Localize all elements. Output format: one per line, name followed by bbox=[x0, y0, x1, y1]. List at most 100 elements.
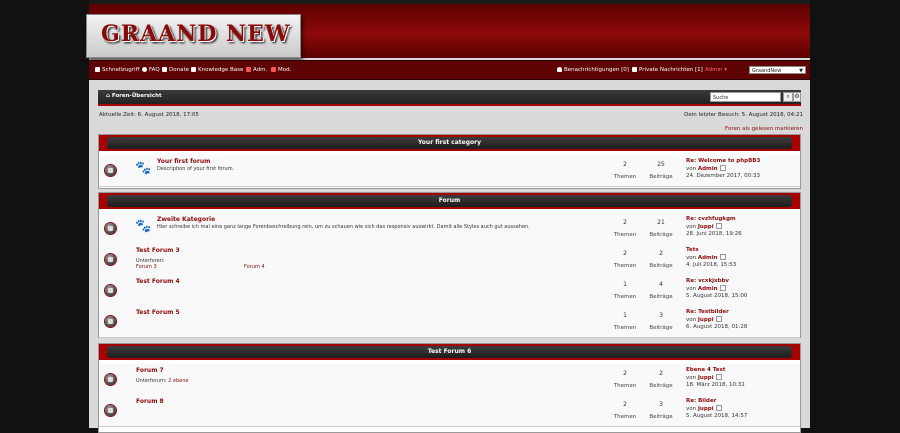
topics-count: 2 bbox=[623, 401, 627, 408]
posts-label: Beiträge bbox=[649, 414, 673, 420]
private-messages-link[interactable]: Private Nachrichten [1] bbox=[632, 67, 703, 73]
faq-link[interactable]: FAQ bbox=[142, 67, 160, 73]
last-post-user[interactable]: Admin bbox=[698, 255, 718, 261]
forum-read-icon bbox=[105, 405, 116, 416]
forum-title[interactable]: Your first forum bbox=[157, 158, 210, 165]
forum-row: Forum 7 Unterforum: 2 ebene 2 2 Themen B… bbox=[99, 364, 800, 396]
gear-icon: ⚙ bbox=[794, 93, 800, 100]
goto-post-icon[interactable] bbox=[715, 405, 722, 411]
category-header: Your first category bbox=[99, 135, 800, 151]
last-post-user[interactable]: Juppi bbox=[698, 406, 714, 412]
donate-link[interactable]: Donate bbox=[162, 67, 189, 73]
last-post-title[interactable]: Re: Welcome to phpBB3 bbox=[686, 158, 760, 164]
search-icon: ⌕ bbox=[786, 93, 790, 100]
mod-link[interactable]: Mod. bbox=[271, 67, 291, 73]
forum-row: Test Forum 5 1 3 Themen Beiträge Re: Tes… bbox=[99, 306, 800, 338]
goto-post-icon[interactable] bbox=[719, 254, 726, 260]
category-block: Forum 🐾 Zweite Kategorie Hier schreibe i… bbox=[98, 192, 801, 338]
topics-label: Themen bbox=[613, 414, 637, 420]
forum-title[interactable]: Test Forum 4 bbox=[136, 278, 180, 285]
subforums-list: Unterforum: 2 ebene bbox=[136, 378, 189, 384]
last-post-date: 4. Juli 2018, 15:53 bbox=[686, 262, 737, 268]
last-post-user[interactable]: Juppi bbox=[698, 317, 714, 323]
last-post-title[interactable]: Re: Testbilder bbox=[686, 309, 747, 315]
forum-row: 🐾 Your first forum Description of your f… bbox=[99, 155, 800, 187]
forum-read-icon bbox=[105, 374, 116, 385]
style-select[interactable]: GraandNew ▼ bbox=[749, 66, 806, 74]
last-post-title[interactable]: Re: cvzhfugkgm bbox=[686, 216, 742, 222]
forum-title[interactable]: Forum 7 bbox=[136, 367, 164, 374]
forum-row: Forum 8 2 3 Themen Beiträge Re: Bilder v… bbox=[99, 395, 800, 427]
forum-row: Test Forum 3 Unterforen: Forum 3 Forum 4 2… bbox=[99, 244, 800, 276]
posts-label: Beiträge bbox=[649, 232, 673, 238]
goto-post-icon[interactable] bbox=[719, 285, 726, 291]
forum-description: Description of your first forum. bbox=[157, 166, 235, 172]
last-post-user[interactable]: Juppi bbox=[698, 375, 714, 381]
posts-count: 2 bbox=[659, 250, 663, 257]
last-post-title[interactable]: Ebene 4 Test bbox=[686, 367, 745, 373]
topics-label: Themen bbox=[613, 174, 637, 180]
current-time: Aktuelle Zeit: 6. August 2018, 17:05 bbox=[99, 112, 199, 118]
goto-post-icon[interactable] bbox=[719, 165, 726, 171]
advanced-search-button[interactable]: ⚙ bbox=[793, 92, 801, 102]
subforum-link[interactable]: 2 ebene bbox=[168, 378, 188, 384]
last-post-title[interactable]: Tets bbox=[686, 247, 736, 253]
last-post-title[interactable]: Re: Bilder bbox=[686, 398, 747, 404]
topics-count: 2 bbox=[623, 161, 627, 168]
donate-icon bbox=[162, 67, 167, 72]
mark-forums-read-link[interactable]: Foren als gelesen markieren bbox=[725, 126, 803, 132]
posts-count: 2 bbox=[659, 370, 663, 377]
user-menu[interactable]: Admin ▾ bbox=[705, 67, 727, 73]
last-post: Ebene 4 Test von Juppi 18. März 2018, 10… bbox=[686, 367, 745, 388]
forum-title[interactable]: Test Forum 5 bbox=[136, 309, 180, 316]
question-icon bbox=[142, 67, 147, 72]
last-post-user[interactable]: Juppi bbox=[698, 224, 714, 230]
home-icon: ⌂ bbox=[106, 93, 110, 99]
topics-label: Themen bbox=[613, 232, 637, 238]
last-post: Tets von Admin 4. Juli 2018, 15:53 bbox=[686, 247, 737, 268]
breadcrumb-home[interactable]: ⌂ Foren-Übersicht bbox=[106, 93, 162, 99]
goto-post-icon[interactable] bbox=[715, 223, 722, 229]
posts-label: Beiträge bbox=[649, 325, 673, 331]
topics-count: 2 bbox=[623, 370, 627, 377]
last-post: Re: Testbilder von Juppi 6. August 2018,… bbox=[686, 309, 748, 330]
navbar: Schnellzugriff FAQ Donate Knowledge Base… bbox=[89, 60, 810, 80]
last-post-user[interactable]: Admin bbox=[698, 166, 718, 172]
goto-post-icon[interactable] bbox=[715, 316, 722, 322]
posts-label: Beiträge bbox=[649, 294, 673, 300]
last-post-date: 5. August 2018, 15:00 bbox=[686, 293, 748, 299]
topics-count: 2 bbox=[623, 219, 627, 226]
last-post-user[interactable]: Admin bbox=[698, 286, 718, 292]
forum-title[interactable]: Zweite Kategorie bbox=[157, 216, 215, 223]
knowledge-base-link[interactable]: Knowledge Base bbox=[191, 67, 243, 73]
adm-link[interactable]: Adm. bbox=[246, 67, 267, 73]
forum-read-icon bbox=[105, 165, 116, 176]
last-post: Re: cvzhfugkgm von Juppi 28. Juni 2018, … bbox=[686, 216, 742, 237]
last-post-title[interactable]: Re: vcxkjxbbv bbox=[686, 278, 747, 284]
forum-title[interactable]: Forum 8 bbox=[136, 398, 164, 405]
chevron-down-icon: ▼ bbox=[799, 68, 803, 74]
search-button[interactable]: ⌕ bbox=[783, 92, 793, 102]
last-post-date: 5. August 2018, 14:57 bbox=[686, 413, 748, 419]
goto-post-icon[interactable] bbox=[715, 374, 722, 380]
subforum-link[interactable]: Forum 3 bbox=[136, 264, 157, 270]
quicklinks-menu[interactable]: Schnellzugriff bbox=[95, 67, 139, 73]
category-title[interactable]: Forum bbox=[107, 195, 792, 207]
logo-text: GRAAND NEW bbox=[101, 21, 291, 47]
forum-title[interactable]: Test Forum 3 bbox=[136, 247, 180, 254]
gear-icon bbox=[246, 67, 251, 72]
topics-count: 1 bbox=[623, 312, 627, 319]
subforum-link[interactable]: Forum 4 bbox=[244, 264, 265, 270]
posts-count: 21 bbox=[657, 219, 665, 226]
site-logo[interactable]: GRAAND NEW bbox=[86, 14, 301, 58]
posts-count: 4 bbox=[659, 281, 663, 288]
last-post: Re: Bilder von Juppi 5. August 2018, 14:… bbox=[686, 398, 748, 419]
notifications-link[interactable]: Benachrichtigungen [0] bbox=[557, 67, 629, 73]
search-input[interactable]: Suche bbox=[710, 92, 781, 102]
category-title[interactable]: Test Forum 6 bbox=[107, 346, 792, 358]
last-visit: Dein letzter Besuch: 5. August 2018, 04:… bbox=[684, 112, 803, 118]
category-title[interactable]: Your first category bbox=[107, 137, 792, 149]
posts-count: 3 bbox=[659, 312, 663, 319]
topics-label: Themen bbox=[613, 294, 637, 300]
forum-read-icon bbox=[105, 285, 116, 296]
